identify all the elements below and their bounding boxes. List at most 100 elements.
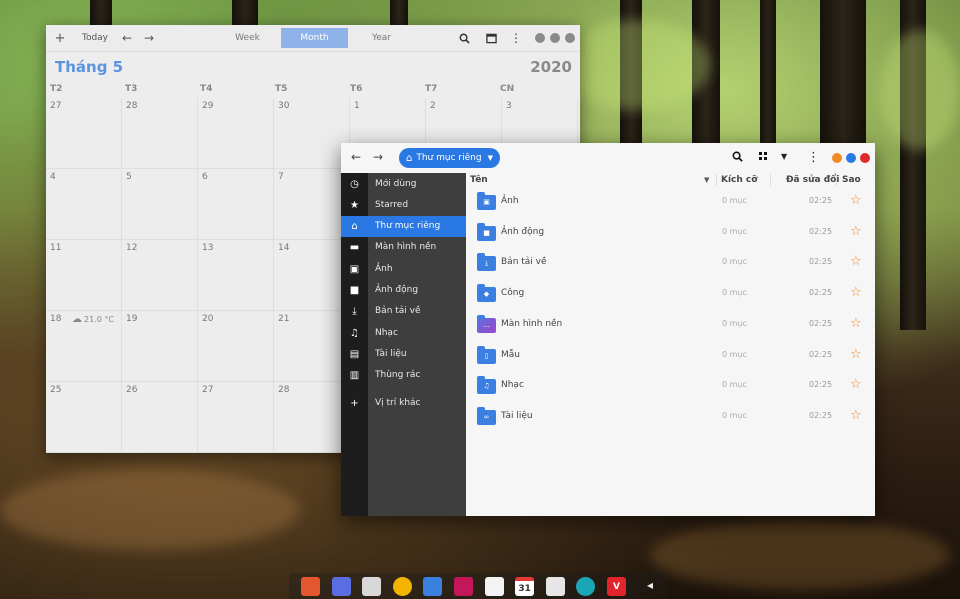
screen-icon[interactable] xyxy=(331,577,351,596)
previous-button[interactable]: ← xyxy=(116,25,138,51)
back-button[interactable]: ← xyxy=(351,150,361,164)
sidebar-item[interactable]: Ảnh xyxy=(368,259,466,280)
star-icon[interactable]: ☆ xyxy=(850,224,862,239)
sidebar-item[interactable]: Màn hình nền xyxy=(368,237,466,258)
search-button[interactable] xyxy=(456,25,472,51)
maximize-button[interactable] xyxy=(846,153,856,163)
day-cell[interactable]: 27 xyxy=(198,382,274,453)
day-cell[interactable]: 25 xyxy=(46,382,122,453)
column-name[interactable]: Tên xyxy=(470,173,488,187)
pictures-icon[interactable]: ▣ xyxy=(341,259,368,280)
day-cell[interactable]: 11 xyxy=(46,240,122,311)
sidebar-item[interactable]: Bản tải về xyxy=(368,301,466,322)
document-icon[interactable]: ▤ xyxy=(341,344,368,365)
day-cell[interactable]: 29 xyxy=(198,98,274,169)
day-cell[interactable]: 6 xyxy=(198,169,274,240)
star-icon[interactable]: ★ xyxy=(341,195,368,216)
view-grid-button[interactable] xyxy=(758,151,768,164)
sidebar-item[interactable]: Thư mục riêng xyxy=(368,216,466,237)
file-row[interactable]: … Màn hình nền 0 mục 02:25 ☆ xyxy=(466,310,875,341)
day-cell[interactable]: 12 xyxy=(122,240,198,311)
minimize-button[interactable] xyxy=(832,153,842,163)
dock-more-icon[interactable]: ◂ xyxy=(647,578,653,592)
star-icon[interactable]: ☆ xyxy=(850,408,862,423)
file-row[interactable]: ⤓ Bản tải về 0 mục 02:25 ☆ xyxy=(466,248,875,279)
calendar-view-button[interactable] xyxy=(483,25,499,51)
path-bar-home[interactable]: ⌂ Thư mục riêng ▼ xyxy=(399,148,500,168)
next-button[interactable]: → xyxy=(138,25,160,51)
docs-icon[interactable] xyxy=(423,577,443,596)
file-row[interactable]: ♫ Nhạc 0 mục 02:25 ☆ xyxy=(466,371,875,402)
trash-icon[interactable]: ▥ xyxy=(341,365,368,386)
minimize-button[interactable] xyxy=(535,33,545,43)
file-row[interactable]: ∞ Tài liệu 0 mục 02:25 ☆ xyxy=(466,402,875,433)
plus-icon[interactable]: + xyxy=(341,393,368,414)
day-cell[interactable]: 28 xyxy=(274,382,350,453)
file-row[interactable]: ▣ Ảnh 0 mục 02:25 ☆ xyxy=(466,187,875,218)
tab-month[interactable]: Month xyxy=(281,28,348,48)
day-cell[interactable]: 4 xyxy=(46,169,122,240)
clock-icon[interactable]: ◷ xyxy=(341,174,368,195)
menu-button[interactable]: ⋮ xyxy=(508,25,524,51)
star-icon[interactable]: ☆ xyxy=(850,347,862,362)
files-icon[interactable] xyxy=(362,577,382,596)
calendar-icon[interactable]: 31 xyxy=(515,577,535,596)
file-modified: 02:25 xyxy=(809,196,833,205)
vivaldi-icon[interactable]: V xyxy=(607,577,626,596)
star-icon[interactable]: ☆ xyxy=(850,316,862,331)
star-icon[interactable]: ☆ xyxy=(850,254,862,269)
close-button[interactable] xyxy=(860,153,870,163)
column-modified[interactable]: Đã sửa đổi xyxy=(786,173,839,187)
column-size[interactable]: Kích cỡ xyxy=(721,173,757,187)
sidebar-item[interactable]: Ảnh động xyxy=(368,280,466,301)
maximize-button[interactable] xyxy=(550,33,560,43)
menu-button[interactable]: ⋮ xyxy=(807,150,820,165)
day-cell[interactable]: 14 xyxy=(274,240,350,311)
file-row[interactable]: ◆ Công 0 mục 02:25 ☆ xyxy=(466,279,875,310)
notes-icon[interactable] xyxy=(484,577,504,596)
star-icon[interactable]: ☆ xyxy=(850,377,862,392)
sidebar-item[interactable]: Tài liệu xyxy=(368,344,466,365)
star-icon[interactable]: ☆ xyxy=(850,193,862,208)
music-icon[interactable]: ♫ xyxy=(341,323,368,344)
video-icon[interactable]: ■ xyxy=(341,280,368,301)
view-options-button[interactable]: ▼ xyxy=(781,152,787,161)
file-row[interactable]: ▯ Mẫu 0 mục 02:25 ☆ xyxy=(466,341,875,372)
day-cell[interactable]: 20 xyxy=(198,311,274,382)
desktop-icon[interactable]: ▬ xyxy=(341,237,368,258)
day-cell[interactable]: 26 xyxy=(122,382,198,453)
briefcase-icon[interactable] xyxy=(545,577,565,596)
sidebar-item[interactable]: Thùng rác xyxy=(368,365,466,386)
star-icon[interactable]: ☆ xyxy=(850,285,862,300)
close-button[interactable] xyxy=(565,33,575,43)
day-cell[interactable]: 13 xyxy=(198,240,274,311)
today-button[interactable]: Today xyxy=(74,25,116,51)
day-cell[interactable]: 30 xyxy=(274,98,350,169)
add-event-button[interactable]: + xyxy=(46,25,74,51)
brave-icon[interactable] xyxy=(301,577,320,596)
sort-chevron-icon[interactable]: ▼ xyxy=(704,176,709,184)
tab-year[interactable]: Year xyxy=(348,28,415,48)
column-star[interactable]: Sao xyxy=(842,173,861,187)
download-icon[interactable]: ⤓ xyxy=(341,301,368,322)
file-row[interactable]: ■ Ảnh động 0 mục 02:25 ☆ xyxy=(466,218,875,249)
home-icon[interactable]: ⌂ xyxy=(341,216,368,237)
sidebar-item[interactable]: Nhạc xyxy=(368,323,466,344)
search-button[interactable] xyxy=(732,151,743,165)
calendar-header: + Today ← → Week Month Year ⋮ xyxy=(46,25,580,52)
tab-week[interactable]: Week xyxy=(214,28,281,48)
day-cell[interactable]: 28 xyxy=(122,98,198,169)
day-cell[interactable]: 27 xyxy=(46,98,122,169)
sidebar-item[interactable]: Vị trí khác xyxy=(368,393,466,414)
day-cell[interactable]: 5 xyxy=(122,169,198,240)
sidebar-item[interactable]: Starred xyxy=(368,195,466,216)
day-cell[interactable]: 18 ☁ 21.0 °C xyxy=(46,311,122,382)
chrome-icon[interactable] xyxy=(392,577,412,596)
day-cell[interactable]: 19 xyxy=(122,311,198,382)
forward-button[interactable]: → xyxy=(373,150,383,164)
day-cell[interactable]: 21 xyxy=(274,311,350,382)
sidebar-item[interactable]: Mới dùng xyxy=(368,174,466,195)
day-cell[interactable]: 7 xyxy=(274,169,350,240)
camera-icon[interactable] xyxy=(576,577,596,596)
settings-icon[interactable] xyxy=(454,577,473,596)
